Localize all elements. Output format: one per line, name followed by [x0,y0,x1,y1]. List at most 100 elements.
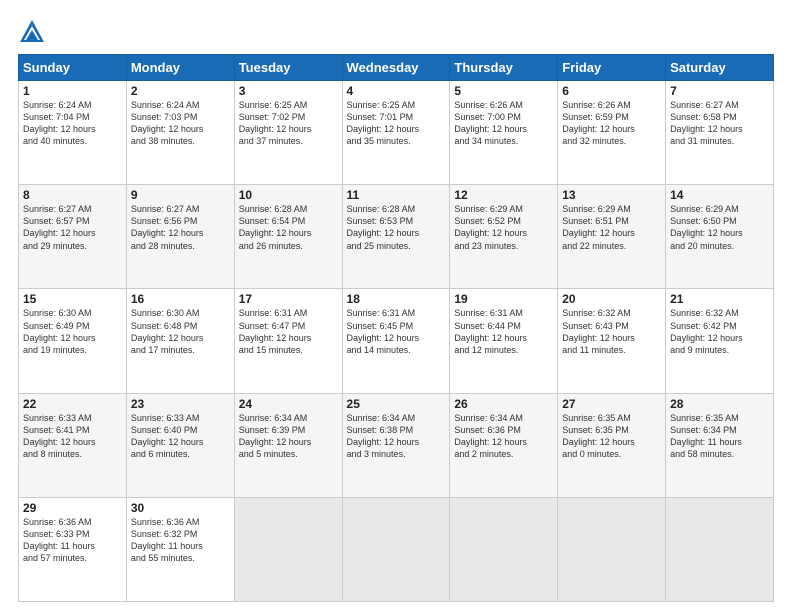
day-number: 25 [347,397,446,411]
day-info: Sunrise: 6:35 AM Sunset: 6:34 PM Dayligh… [670,412,769,461]
calendar-cell: 22Sunrise: 6:33 AM Sunset: 6:41 PM Dayli… [19,393,127,497]
day-number: 27 [562,397,661,411]
day-info: Sunrise: 6:36 AM Sunset: 6:33 PM Dayligh… [23,516,122,565]
day-info: Sunrise: 6:30 AM Sunset: 6:48 PM Dayligh… [131,307,230,356]
day-info: Sunrise: 6:25 AM Sunset: 7:01 PM Dayligh… [347,99,446,148]
day-info: Sunrise: 6:26 AM Sunset: 7:00 PM Dayligh… [454,99,553,148]
day-info: Sunrise: 6:30 AM Sunset: 6:49 PM Dayligh… [23,307,122,356]
day-info: Sunrise: 6:24 AM Sunset: 7:03 PM Dayligh… [131,99,230,148]
calendar-header-wednesday: Wednesday [342,55,450,81]
day-number: 7 [670,84,769,98]
day-info: Sunrise: 6:34 AM Sunset: 6:38 PM Dayligh… [347,412,446,461]
day-info: Sunrise: 6:29 AM Sunset: 6:50 PM Dayligh… [670,203,769,252]
day-number: 4 [347,84,446,98]
day-info: Sunrise: 6:29 AM Sunset: 6:52 PM Dayligh… [454,203,553,252]
calendar-cell: 26Sunrise: 6:34 AM Sunset: 6:36 PM Dayli… [450,393,558,497]
calendar-header-thursday: Thursday [450,55,558,81]
day-number: 20 [562,292,661,306]
day-number: 23 [131,397,230,411]
calendar-cell: 30Sunrise: 6:36 AM Sunset: 6:32 PM Dayli… [126,497,234,601]
day-number: 1 [23,84,122,98]
day-number: 19 [454,292,553,306]
day-number: 15 [23,292,122,306]
calendar-cell: 12Sunrise: 6:29 AM Sunset: 6:52 PM Dayli… [450,185,558,289]
calendar-cell: 29Sunrise: 6:36 AM Sunset: 6:33 PM Dayli… [19,497,127,601]
calendar-cell: 11Sunrise: 6:28 AM Sunset: 6:53 PM Dayli… [342,185,450,289]
day-info: Sunrise: 6:33 AM Sunset: 6:40 PM Dayligh… [131,412,230,461]
day-info: Sunrise: 6:31 AM Sunset: 6:44 PM Dayligh… [454,307,553,356]
day-number: 5 [454,84,553,98]
day-number: 21 [670,292,769,306]
day-info: Sunrise: 6:36 AM Sunset: 6:32 PM Dayligh… [131,516,230,565]
day-info: Sunrise: 6:31 AM Sunset: 6:45 PM Dayligh… [347,307,446,356]
day-number: 30 [131,501,230,515]
day-number: 8 [23,188,122,202]
calendar-cell: 13Sunrise: 6:29 AM Sunset: 6:51 PM Dayli… [558,185,666,289]
calendar-cell: 16Sunrise: 6:30 AM Sunset: 6:48 PM Dayli… [126,289,234,393]
day-number: 17 [239,292,338,306]
calendar-cell: 25Sunrise: 6:34 AM Sunset: 6:38 PM Dayli… [342,393,450,497]
calendar-cell: 21Sunrise: 6:32 AM Sunset: 6:42 PM Dayli… [666,289,774,393]
calendar-cell [450,497,558,601]
day-number: 11 [347,188,446,202]
calendar-cell [234,497,342,601]
calendar-week-1: 1Sunrise: 6:24 AM Sunset: 7:04 PM Daylig… [19,81,774,185]
calendar-header-tuesday: Tuesday [234,55,342,81]
day-number: 26 [454,397,553,411]
calendar-cell [342,497,450,601]
logo [18,18,48,46]
day-number: 3 [239,84,338,98]
calendar-week-2: 8Sunrise: 6:27 AM Sunset: 6:57 PM Daylig… [19,185,774,289]
page: SundayMondayTuesdayWednesdayThursdayFrid… [0,0,792,612]
day-info: Sunrise: 6:27 AM Sunset: 6:57 PM Dayligh… [23,203,122,252]
calendar-header-row: SundayMondayTuesdayWednesdayThursdayFrid… [19,55,774,81]
day-info: Sunrise: 6:28 AM Sunset: 6:54 PM Dayligh… [239,203,338,252]
day-number: 16 [131,292,230,306]
day-info: Sunrise: 6:32 AM Sunset: 6:43 PM Dayligh… [562,307,661,356]
day-number: 22 [23,397,122,411]
day-info: Sunrise: 6:34 AM Sunset: 6:39 PM Dayligh… [239,412,338,461]
calendar-cell: 4Sunrise: 6:25 AM Sunset: 7:01 PM Daylig… [342,81,450,185]
calendar-header-friday: Friday [558,55,666,81]
calendar-header-sunday: Sunday [19,55,127,81]
day-info: Sunrise: 6:32 AM Sunset: 6:42 PM Dayligh… [670,307,769,356]
day-info: Sunrise: 6:27 AM Sunset: 6:58 PM Dayligh… [670,99,769,148]
day-info: Sunrise: 6:28 AM Sunset: 6:53 PM Dayligh… [347,203,446,252]
calendar-table: SundayMondayTuesdayWednesdayThursdayFrid… [18,54,774,602]
day-number: 24 [239,397,338,411]
header [18,18,774,46]
calendar-cell: 17Sunrise: 6:31 AM Sunset: 6:47 PM Dayli… [234,289,342,393]
calendar-cell: 19Sunrise: 6:31 AM Sunset: 6:44 PM Dayli… [450,289,558,393]
day-number: 29 [23,501,122,515]
day-info: Sunrise: 6:34 AM Sunset: 6:36 PM Dayligh… [454,412,553,461]
day-number: 28 [670,397,769,411]
calendar-cell [558,497,666,601]
day-number: 2 [131,84,230,98]
day-info: Sunrise: 6:31 AM Sunset: 6:47 PM Dayligh… [239,307,338,356]
day-number: 12 [454,188,553,202]
calendar-cell: 20Sunrise: 6:32 AM Sunset: 6:43 PM Dayli… [558,289,666,393]
calendar-cell: 23Sunrise: 6:33 AM Sunset: 6:40 PM Dayli… [126,393,234,497]
calendar-header-saturday: Saturday [666,55,774,81]
calendar-cell: 27Sunrise: 6:35 AM Sunset: 6:35 PM Dayli… [558,393,666,497]
day-info: Sunrise: 6:29 AM Sunset: 6:51 PM Dayligh… [562,203,661,252]
day-number: 9 [131,188,230,202]
calendar-cell: 18Sunrise: 6:31 AM Sunset: 6:45 PM Dayli… [342,289,450,393]
calendar-week-3: 15Sunrise: 6:30 AM Sunset: 6:49 PM Dayli… [19,289,774,393]
day-info: Sunrise: 6:35 AM Sunset: 6:35 PM Dayligh… [562,412,661,461]
calendar-cell [666,497,774,601]
day-number: 14 [670,188,769,202]
calendar-cell: 10Sunrise: 6:28 AM Sunset: 6:54 PM Dayli… [234,185,342,289]
calendar-week-4: 22Sunrise: 6:33 AM Sunset: 6:41 PM Dayli… [19,393,774,497]
calendar-week-5: 29Sunrise: 6:36 AM Sunset: 6:33 PM Dayli… [19,497,774,601]
day-number: 18 [347,292,446,306]
logo-icon [18,18,46,46]
calendar-cell: 6Sunrise: 6:26 AM Sunset: 6:59 PM Daylig… [558,81,666,185]
calendar-cell: 9Sunrise: 6:27 AM Sunset: 6:56 PM Daylig… [126,185,234,289]
day-info: Sunrise: 6:25 AM Sunset: 7:02 PM Dayligh… [239,99,338,148]
calendar-cell: 28Sunrise: 6:35 AM Sunset: 6:34 PM Dayli… [666,393,774,497]
calendar-cell: 2Sunrise: 6:24 AM Sunset: 7:03 PM Daylig… [126,81,234,185]
day-number: 13 [562,188,661,202]
day-info: Sunrise: 6:26 AM Sunset: 6:59 PM Dayligh… [562,99,661,148]
calendar-cell: 3Sunrise: 6:25 AM Sunset: 7:02 PM Daylig… [234,81,342,185]
